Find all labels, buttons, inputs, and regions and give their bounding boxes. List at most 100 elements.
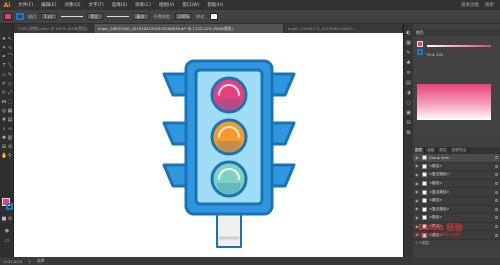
style-swatch[interactable] (209, 13, 218, 20)
tab-properties[interactable]: 属性 (437, 147, 450, 154)
free-transform-tool-icon[interactable]: ⬚ (7, 99, 13, 105)
menu-effect[interactable]: 效果(C) (131, 2, 155, 8)
tab-asset-export[interactable]: 资源导出 (450, 147, 469, 154)
paintbrush-tool-icon[interactable]: ✎ (7, 72, 13, 78)
layer-target-icon[interactable] (495, 216, 498, 220)
layer-row[interactable]: ◉ <路径> (413, 180, 500, 189)
visibility-eye-icon[interactable]: ◉ (415, 155, 420, 160)
drawing-mode-icon[interactable]: ◉ (4, 228, 10, 234)
visibility-eye-icon[interactable]: ◉ (415, 190, 420, 194)
layer-row[interactable]: ◉ <路径> (413, 197, 500, 206)
baidu-watermark-url: jingyan.baidu.com (415, 232, 462, 238)
opacity-dropdown[interactable]: 100% (174, 13, 193, 20)
stroke-swatch[interactable] (16, 13, 24, 20)
layer-target-icon[interactable] (495, 182, 498, 186)
workspace-switcher[interactable]: 基本功能 (461, 2, 479, 8)
visibility-eye-icon[interactable]: ◉ (415, 181, 420, 186)
stroke-weight-dropdown[interactable]: 1 pt (41, 13, 58, 20)
artboard-canvas[interactable] (14, 33, 403, 257)
transparency-panel-icon[interactable]: ◑ (405, 90, 412, 97)
layer-thumbnail (422, 189, 427, 195)
brush-preview[interactable] (107, 16, 130, 17)
tint-slider[interactable] (427, 45, 491, 47)
variable-width-preview[interactable] (61, 16, 84, 17)
layer-target-icon[interactable] (495, 173, 498, 177)
tab-document-2[interactable]: hnpic_18631540_20191021092332098876.ai* … (94, 24, 284, 33)
direct-selection-tool-icon[interactable]: ↖ (7, 36, 13, 42)
tab-artboards[interactable]: 画板 (425, 147, 438, 154)
color-panel: 颜色 Pink 400 (413, 29, 500, 139)
variable-width-dropdown[interactable]: 等比 (87, 13, 104, 20)
layer-target-icon[interactable] (495, 225, 498, 229)
layer-target-icon[interactable] (495, 207, 498, 211)
curvature-tool-icon[interactable]: ⌒ (7, 54, 13, 60)
layer-label: <路径> (429, 181, 443, 186)
artboard-number[interactable]: 1 (28, 259, 30, 264)
panel-icon-strip: ◐ ▦ ✎ ♣ ≡ ▤ ◑ ○ ▣ ⊟ ⊠ (404, 24, 413, 257)
color-panel-icon[interactable]: ◐ (405, 30, 412, 37)
brushes-panel-icon[interactable]: ✎ (405, 50, 412, 57)
current-tool-status[interactable]: 选择 (37, 258, 45, 264)
layer-row[interactable]: ◉ <路径> (413, 163, 500, 172)
line-tool-icon[interactable]: ╲ (7, 63, 13, 69)
layer-target-icon[interactable] (495, 164, 498, 168)
layer-thumbnail (422, 155, 427, 161)
visibility-eye-icon[interactable]: ◉ (415, 207, 420, 211)
layer-target-icon[interactable] (495, 199, 498, 203)
graph-tool-icon[interactable]: ▥ (7, 135, 13, 141)
menu-object[interactable]: 对象(O) (60, 2, 84, 8)
menu-type[interactable]: 文字(T) (85, 2, 108, 8)
visibility-eye-icon[interactable]: ◉ (415, 215, 420, 220)
brush-dropdown[interactable]: 基本 (133, 13, 150, 20)
tab-document-1[interactable]: 1764 [转换].eps* @ 100% (RGB/预览) (14, 24, 94, 33)
color-spectrum[interactable] (417, 84, 491, 120)
symbols-panel-icon[interactable]: ♣ (405, 60, 412, 67)
visibility-eye-icon[interactable]: ◉ (415, 172, 420, 177)
stroke-color-box[interactable] (6, 203, 13, 210)
eraser-tool-icon[interactable]: ◇ (7, 81, 13, 87)
color-panel-stroke-swatch[interactable] (417, 49, 423, 55)
layer-row[interactable]: ◉ <复合路径> (413, 206, 500, 215)
lasso-tool-icon[interactable]: ∿ (7, 45, 13, 51)
scale-tool-icon[interactable]: ⤢ (7, 90, 13, 96)
layer-target-icon[interactable] (495, 190, 498, 194)
tab-layers[interactable]: 图层 (413, 147, 426, 154)
menu-file[interactable]: 文件(F) (14, 2, 37, 8)
none-mode-icon[interactable]: ⊘ (7, 216, 13, 222)
appearance-panel-icon[interactable]: ○ (405, 100, 412, 107)
slice-tool-icon[interactable]: ⊘ (7, 144, 13, 150)
visibility-eye-icon[interactable]: ◉ (415, 198, 420, 203)
gradient-tool-icon[interactable]: ▤ (7, 117, 13, 123)
stroke-label: 描边: (28, 13, 38, 19)
tools-panel: ➤ ↖ ✶ ∿ ✒ ⌒ T ╲ ▭ ✎ ✐ ◇ ↻ ⤢ ⋈ ⬚ ◎ ▦ # ▤ … (0, 24, 14, 257)
zoom-level[interactable]: 1132.52% (3, 259, 22, 264)
color-panel-fill-swatch[interactable] (417, 41, 423, 47)
graphic-styles-panel-icon[interactable]: ▣ (405, 110, 412, 117)
menu-window[interactable]: 窗口(W) (178, 2, 203, 8)
align-panel-icon[interactable]: ⊟ (405, 120, 412, 127)
screen-mode-icon[interactable]: ▭ (4, 238, 10, 244)
layer-thumbnail (422, 206, 427, 212)
menu-select[interactable]: 选择(S) (108, 2, 131, 8)
menu-edit[interactable]: 编辑(E) (37, 2, 60, 8)
gradient-panel-icon[interactable]: ▤ (405, 80, 412, 87)
layer-target-icon[interactable] (495, 156, 498, 160)
search-field[interactable]: 搜索 (485, 2, 494, 8)
layer-row[interactable]: ◉ Group Item (413, 154, 500, 163)
blend-tool-icon[interactable]: ∞ (7, 126, 13, 132)
layer-row[interactable]: ◉ <复合路径> (413, 188, 500, 197)
layer-target-icon[interactable] (495, 233, 498, 237)
menu-help[interactable]: 帮助(H) (203, 2, 227, 8)
visibility-eye-icon[interactable]: ◉ (415, 164, 420, 168)
layer-row[interactable]: ◉ <复合路径> (413, 171, 500, 180)
layer-label: Group Item (429, 155, 450, 160)
fill-swatch[interactable] (4, 13, 12, 20)
pathfinder-panel-icon[interactable]: ⊠ (405, 130, 412, 137)
menu-view[interactable]: 视图(V) (155, 2, 179, 8)
tab-document-3[interactable]: hnpic_13000174_2019060216402... (284, 24, 403, 33)
zoom-tool-icon[interactable]: ⚲ (7, 153, 13, 159)
swatches-panel-icon[interactable]: ▦ (405, 40, 412, 47)
stroke-panel-icon[interactable]: ≡ (405, 70, 412, 77)
perspective-grid-tool-icon[interactable]: ▦ (7, 108, 13, 114)
color-panel-title[interactable]: 颜色 (413, 29, 500, 36)
